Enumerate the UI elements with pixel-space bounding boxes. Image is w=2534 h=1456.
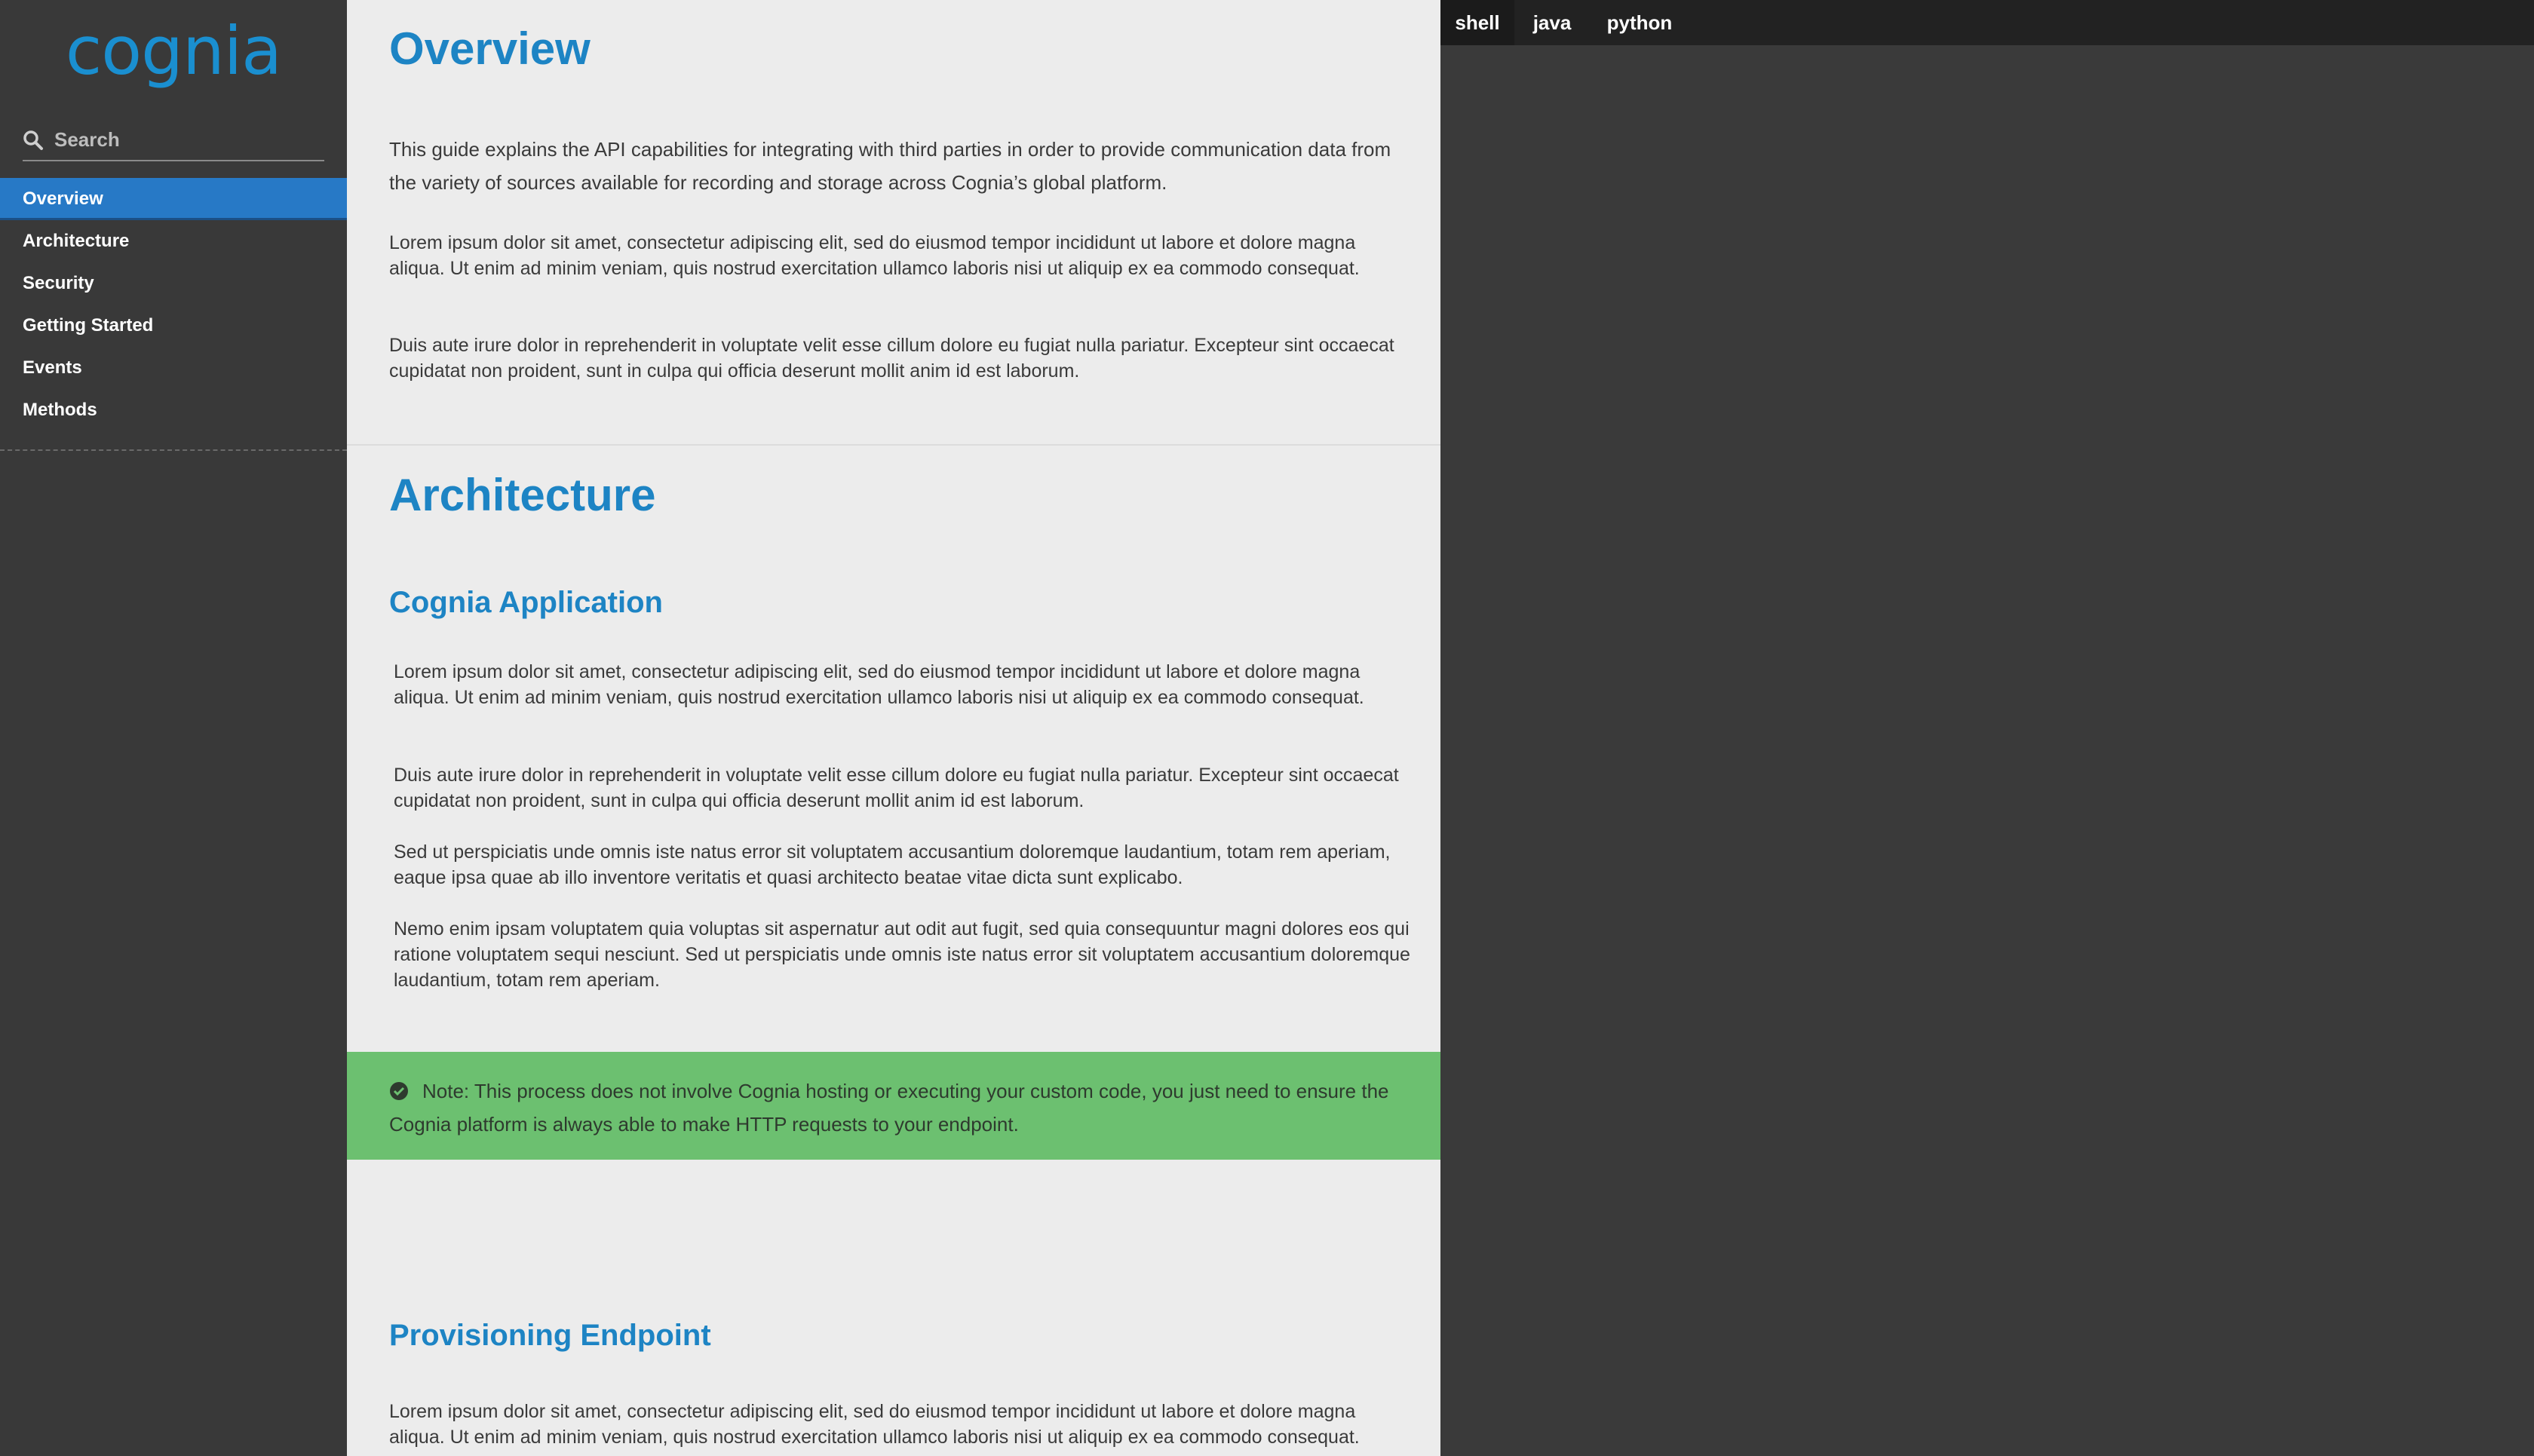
overview-p2-wrap: Duis aute irure dolor in reprehenderit i… [389,333,1415,384]
main-content: Overview This guide explains the API cap… [347,0,1440,1456]
cognia-logo[interactable]: cognia [0,14,347,89]
language-tabs: shell java python [1440,0,2534,45]
tab-shell[interactable]: shell [1440,0,1514,45]
search-icon [23,130,43,150]
overview-title-wrap: Overview [389,23,1415,75]
provisioning-paragraph-1: Lorem ipsum dolor sit amet, consectetur … [389,1401,1360,1448]
note-text-wrap: Note: This process does not involve Cogn… [389,1074,1407,1141]
architecture-title-wrap: Architecture [389,469,1415,521]
overview-lead: This guide explains the API capabilities… [389,138,1391,194]
overview-title: Overview [389,23,591,74]
architecture-p3-wrap: Sed ut perspiciatis unde omnis iste natu… [394,839,1419,890]
architecture-paragraph-2: Duis aute irure dolor in reprehenderit i… [394,765,1399,811]
provisioning-p1-wrap: Lorem ipsum dolor sit amet, consectetur … [389,1399,1415,1450]
sidebar-item-architecture[interactable]: Architecture [0,220,347,262]
sidebar-item-overview[interactable]: Overview [0,178,347,220]
sidebar-item-events[interactable]: Events [0,347,347,389]
provisioning-endpoint-heading: Provisioning Endpoint [389,1319,711,1352]
provisioning-title-wrap: Provisioning Endpoint [389,1319,1415,1353]
sidebar-item-getting-started[interactable]: Getting Started [0,305,347,347]
sidebar-item-methods[interactable]: Methods [0,389,347,431]
code-panel: shell java python [1440,0,2534,1456]
overview-paragraph-1: Lorem ipsum dolor sit amet, consectetur … [389,232,1360,279]
architecture-paragraph-1: Lorem ipsum dolor sit amet, consectetur … [394,661,1364,708]
overview-lead-wrap: This guide explains the API capabilities… [389,133,1415,199]
architecture-p4-wrap: Nemo enim ipsam voluptatem quia voluptas… [394,916,1419,993]
check-circle-icon [390,1082,408,1100]
sidebar: cognia Overview Architecture Security Ge… [0,0,347,1456]
sidebar-item-security[interactable]: Security [0,262,347,305]
tab-python[interactable]: python [1590,0,1689,45]
note-text: Note: This process does not involve Cogn… [389,1080,1389,1136]
note-callout: Note: This process does not involve Cogn… [347,1052,1440,1160]
architecture-paragraph-4: Nemo enim ipsam voluptatem quia voluptas… [394,918,1410,991]
architecture-paragraph-3: Sed ut perspiciatis unde omnis iste natu… [394,841,1391,888]
section-divider [347,444,1440,446]
sidebar-divider [0,449,347,451]
tab-java[interactable]: java [1516,0,1588,45]
search-box[interactable] [23,121,324,161]
cognia-app-title-wrap: Cognia Application [389,586,1415,620]
search-input[interactable] [53,125,320,154]
cognia-application-heading: Cognia Application [389,586,663,619]
architecture-title: Architecture [389,470,656,520]
overview-paragraph-2: Duis aute irure dolor in reprehenderit i… [389,335,1394,382]
architecture-p1-wrap: Lorem ipsum dolor sit amet, consectetur … [394,659,1419,710]
overview-p1-wrap: Lorem ipsum dolor sit amet, consectetur … [389,230,1415,281]
sidebar-nav: Overview Architecture Security Getting S… [0,178,347,431]
architecture-p2-wrap: Duis aute irure dolor in reprehenderit i… [394,762,1419,814]
